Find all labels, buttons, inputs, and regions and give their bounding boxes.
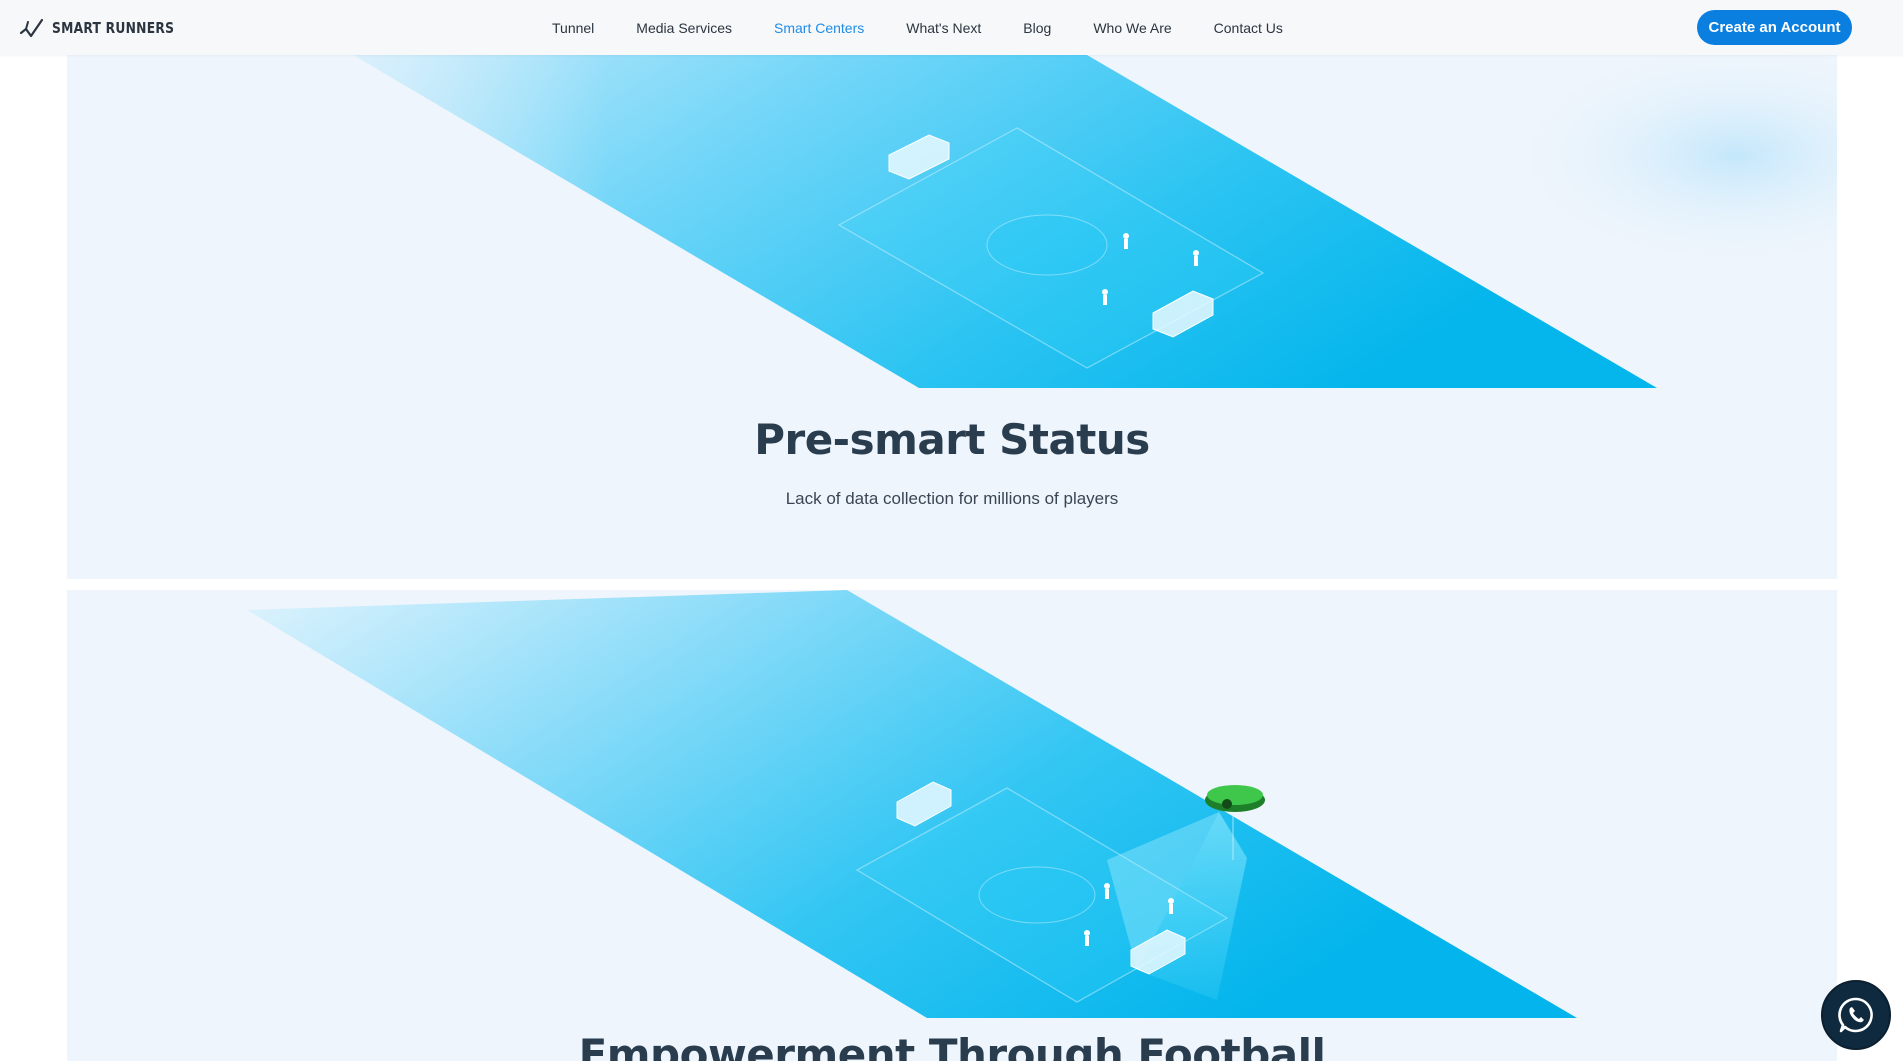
- section-title: Pre-smart Status: [754, 415, 1150, 464]
- whatsapp-icon: [1838, 997, 1873, 1033]
- nav-item-tunnel[interactable]: Tunnel: [552, 20, 594, 36]
- main-nav: Tunnel Media Services Smart Centers What…: [552, 0, 1325, 55]
- section-subtitle: Lack of data collection for millions of …: [785, 489, 1119, 508]
- nav-item-who-we-are[interactable]: Who We Are: [1093, 20, 1171, 36]
- isometric-football-pitch-illustration: [67, 55, 1837, 388]
- nav-item-smart-centers[interactable]: Smart Centers: [774, 20, 864, 36]
- nav-item-media-services[interactable]: Media Services: [636, 20, 732, 36]
- nav-item-whats-next[interactable]: What's Next: [906, 20, 981, 36]
- section-title: Empowerment Through Football: [578, 1030, 1326, 1061]
- nav-item-contact-us[interactable]: Contact Us: [1214, 20, 1283, 36]
- brand-logo[interactable]: SMART RUNNERS: [19, 17, 201, 39]
- runner-logo-icon: [19, 18, 44, 38]
- site-header: SMART RUNNERS Tunnel Media Services Smar…: [0, 0, 1903, 55]
- pre-smart-section: Pre-smart Status Lack of data collection…: [67, 55, 1837, 579]
- create-account-button[interactable]: Create an Account: [1697, 10, 1852, 45]
- brand-name: SMART RUNNERS: [52, 19, 175, 37]
- empowerment-section: Empowerment Through Football: [67, 590, 1837, 1061]
- whatsapp-chat-button[interactable]: [1821, 980, 1891, 1050]
- nav-item-blog[interactable]: Blog: [1023, 20, 1051, 36]
- isometric-football-pitch-camera-illustration: [67, 590, 1837, 1018]
